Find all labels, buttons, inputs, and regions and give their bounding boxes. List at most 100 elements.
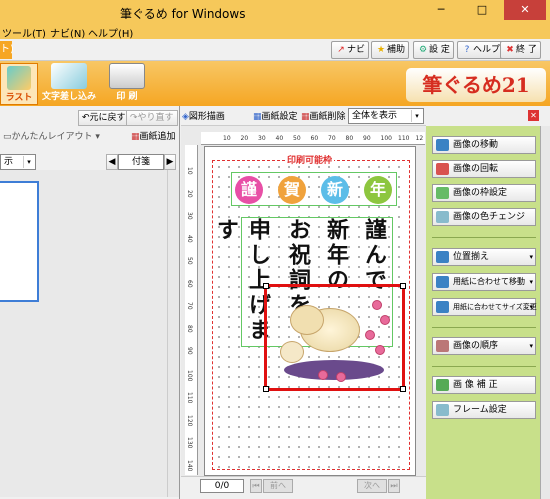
last-page-button[interactable]: ⏭: [388, 479, 400, 493]
left-scrollbar[interactable]: [167, 170, 179, 497]
ruler-tick: 40: [186, 234, 193, 243]
next-page-button[interactable]: 次へ: [357, 479, 387, 493]
title-bar: 筆ぐるめ for Windows ─ □ ✕: [0, 0, 550, 24]
chevron-down-icon: ▾: [23, 156, 34, 168]
star-icon: ★: [376, 45, 386, 55]
top-toolbar: ト) ↗ ナビ ★ 補助 ⚙ 設 定 ? ヘルプ ✖ 終 了: [0, 39, 550, 61]
exit-label: 終 了: [516, 45, 537, 55]
prev-arrow-button[interactable]: ◀: [106, 154, 118, 170]
next-label: 次へ: [364, 481, 380, 490]
greeting-char-1: 謹: [235, 176, 263, 204]
frame-settings-icon: [436, 404, 449, 416]
hojo-button[interactable]: ★ 補助: [371, 41, 410, 59]
sheet-settings-label: 画紙設定: [261, 112, 298, 122]
image-frame-button[interactable]: 画像の枠設定: [432, 184, 536, 202]
ruler-tick: 110: [398, 135, 410, 142]
rotate-icon: [436, 163, 449, 175]
undo-icon: ↶: [82, 113, 90, 123]
add-sheet-button[interactable]: ▦画紙追加: [128, 130, 179, 146]
letters-tab[interactable]: 文字差し込み: [40, 63, 98, 105]
ruler-tick: 70: [328, 135, 336, 142]
chevron-down-icon: ▾: [411, 110, 422, 122]
ruler-tick: 90: [363, 135, 371, 142]
fit-size-button[interactable]: 用紙に合わせてサイズ変更 ▾: [432, 298, 537, 316]
image-rotate-button[interactable]: 画像の回転: [432, 160, 536, 178]
image-order-button[interactable]: 画像の順序 ▾: [432, 337, 536, 355]
shape-draw-button[interactable]: ◈図形描画: [182, 109, 225, 122]
ruler-tick: 12: [415, 135, 424, 142]
page-indicator: 0/0: [200, 479, 244, 493]
left-tab[interactable]: ト): [0, 41, 14, 59]
page-thumbnail[interactable]: [0, 181, 39, 302]
ruler-tick: 120: [186, 414, 193, 426]
sticky-select[interactable]: 付箋: [118, 154, 164, 170]
easy-layout-button[interactable]: ▭かんたんレイアウト ▾: [0, 130, 103, 146]
help-label: ヘルプ: [473, 45, 501, 55]
correct-icon: [436, 379, 449, 391]
greeting-text-object[interactable]: 謹 賀 新 年: [231, 172, 397, 206]
view-select-value: 示: [4, 157, 14, 167]
help-button[interactable]: ? ヘルプ: [457, 41, 505, 59]
image-color-label: 画像の色チェンジ: [453, 212, 526, 222]
fit-move-icon: [436, 276, 449, 288]
close-button[interactable]: ✕: [504, 0, 546, 20]
sheet-delete-button[interactable]: ▦画紙削除: [301, 109, 346, 122]
redo-button[interactable]: ↷やり直す: [126, 110, 178, 126]
resize-handle[interactable]: [263, 386, 269, 392]
zoom-select[interactable]: 全体を表示 ▾: [348, 108, 424, 124]
maximize-button[interactable]: □: [462, 0, 502, 20]
illust-icon: [7, 66, 31, 90]
ruler-tick: 10: [186, 167, 193, 175]
next-arrow-button[interactable]: ▶: [164, 154, 176, 170]
resize-handle[interactable]: [400, 283, 406, 289]
greeting-char-3: 新: [321, 176, 349, 204]
fit-move-button[interactable]: 用紙に合わせて移動 ▾: [432, 273, 536, 291]
greeting-char-2: 賀: [278, 176, 306, 204]
undo-button[interactable]: ↶元に戻す: [78, 110, 130, 126]
menu-navi[interactable]: ナビ(N): [50, 25, 85, 40]
undo-label: 元に戻す: [89, 113, 126, 123]
ruler-tick: 50: [293, 135, 301, 142]
letters-label: 文字差し込み: [41, 92, 96, 102]
frame-settings-button[interactable]: フレーム設定: [432, 401, 536, 419]
right-scrollbar[interactable]: [540, 126, 550, 499]
add-sheet-label: 画紙追加: [139, 132, 176, 142]
resize-handle[interactable]: [263, 283, 269, 289]
navi-button[interactable]: ↗ ナビ: [331, 41, 370, 59]
ruler-tick: 140: [186, 459, 193, 471]
align-label: 位置揃え: [453, 252, 490, 262]
ruler-tick: 80: [186, 324, 193, 333]
image-move-button[interactable]: 画像の移動: [432, 136, 536, 154]
resize-handle[interactable]: [400, 386, 406, 392]
ruler-tick: 80: [345, 135, 354, 142]
ruler-tick: 30: [186, 212, 193, 220]
sheet-settings-button[interactable]: ▦画紙設定: [253, 109, 298, 122]
fit-move-label: 用紙に合わせて移動: [453, 277, 525, 286]
print-tab[interactable]: 印 刷: [102, 63, 152, 105]
window-title: 筆ぐるめ for Windows: [120, 7, 246, 21]
fit-size-label: 用紙に合わせてサイズ変更: [453, 303, 537, 311]
image-correct-button[interactable]: 画 像 補 正: [432, 376, 536, 394]
ruler-tick: 70: [186, 302, 193, 310]
selected-image-frame[interactable]: [263, 283, 406, 392]
image-color-button[interactable]: 画像の色チェンジ: [432, 208, 536, 226]
image-rotate-label: 画像の回転: [453, 164, 499, 174]
view-select[interactable]: 示 ▾: [0, 154, 36, 170]
close-icon[interactable]: ✕: [528, 110, 539, 121]
ruler-tick: 100: [186, 369, 193, 381]
menu-help[interactable]: ヘルプ(H): [88, 25, 133, 40]
vertical-ruler: 10 20 30 40 50 60 70 80 90 100 110 120 130 140: [185, 145, 198, 475]
first-page-button[interactable]: ⏮: [250, 479, 262, 493]
minimize-button[interactable]: ─: [422, 0, 460, 20]
align-button[interactable]: 位置揃え ▾: [432, 248, 536, 266]
frame-icon: [436, 187, 449, 199]
layout-icon: ▭: [3, 132, 12, 142]
ruler-tick: 60: [310, 135, 319, 142]
color-icon: [436, 211, 449, 223]
exit-button[interactable]: ✖ 終 了: [500, 41, 541, 59]
illust-tab[interactable]: ラスト: [0, 63, 38, 105]
menu-tool[interactable]: ツール(T): [2, 25, 46, 40]
chevron-down-icon: ▾: [529, 278, 533, 286]
prev-page-button[interactable]: 前へ: [263, 479, 293, 493]
settings-button[interactable]: ⚙ 設 定: [413, 41, 454, 59]
